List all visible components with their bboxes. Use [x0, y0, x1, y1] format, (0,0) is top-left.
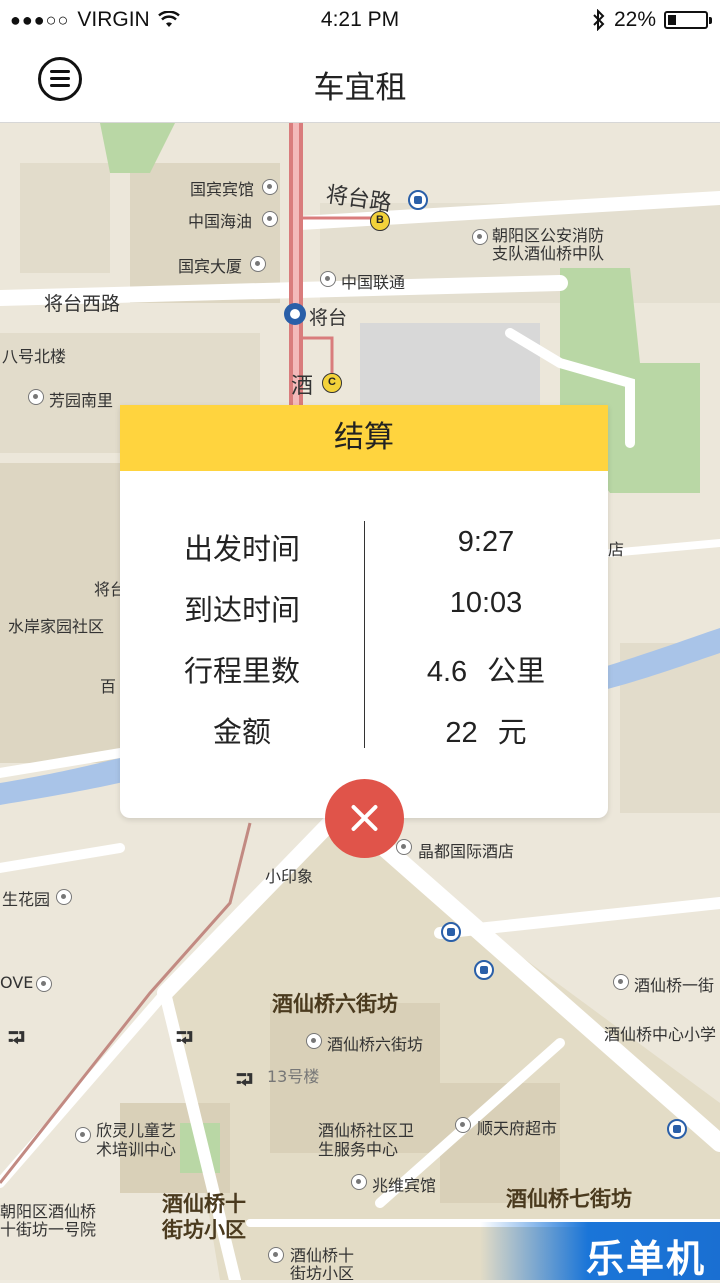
- distance-label: 行程里数: [183, 654, 300, 688]
- map-label: 国宾宾馆: [190, 180, 255, 199]
- poi-icon: [262, 211, 278, 227]
- map-label: 支队酒仙桥中队: [492, 244, 605, 263]
- map-label: 兆维宾馆: [372, 1176, 437, 1195]
- fare-row: 出发时间 9:27: [120, 526, 608, 566]
- page-title: 车宜租: [313, 70, 407, 106]
- map-label: 13号楼: [267, 1067, 320, 1086]
- poi-icon: [28, 389, 44, 405]
- map-label: 十街坊一号院: [0, 1220, 97, 1239]
- parking-icon: ⮒: [236, 1068, 253, 1093]
- map-label: 酒仙桥六街坊: [327, 1035, 424, 1054]
- poi-icon: [262, 179, 278, 195]
- departure-time-text: 9:27: [457, 526, 515, 558]
- map-label: 生花园: [2, 890, 51, 909]
- map-label: 水岸家园社区: [8, 617, 105, 636]
- poi-icon: [75, 1127, 91, 1143]
- parking-icon: ⮒: [176, 1026, 193, 1051]
- poi-icon: [351, 1174, 367, 1190]
- map-label: 街坊小区: [290, 1264, 355, 1280]
- bluetooth-icon: [593, 9, 605, 31]
- map-label: 中国联通: [341, 273, 406, 292]
- departure-time-label: 出发时间: [183, 532, 300, 566]
- arrival-time-label: 到达时间: [183, 593, 300, 627]
- map-label: 百: [100, 677, 117, 696]
- map-label: 酒仙桥七街坊: [506, 1187, 632, 1211]
- poi-icon: [472, 229, 488, 245]
- distance-unit: 公里: [487, 654, 546, 688]
- arrival-time-value: 10:03: [364, 587, 608, 620]
- map-label: 中国海油: [188, 212, 253, 231]
- poi-icon: [268, 1247, 284, 1263]
- map-label: 芳园南里: [49, 391, 114, 410]
- dialog-title: 结算: [120, 405, 608, 471]
- battery-icon: [664, 11, 712, 29]
- watermark-text: 乐单机: [585, 1237, 706, 1281]
- fare-row: 行程里数 4.6 公里: [120, 648, 608, 688]
- map-label: 小印象: [265, 867, 314, 886]
- amount-unit: 元: [497, 715, 527, 749]
- status-bar: ●●●○○ VIRGIN 4:21 PM 22%: [0, 0, 720, 40]
- settlement-dialog: 结算 出发时间 9:27 到达时间 10:03 行程里数 4.6 公里 金额 22…: [120, 405, 608, 818]
- poi-icon: [306, 1033, 322, 1049]
- map-label: 酒仙桥六街坊: [272, 992, 398, 1016]
- map-label: 街坊小区: [162, 1218, 246, 1242]
- nav-bar: 车宜租: [0, 40, 720, 123]
- poi-icon: [455, 1117, 471, 1133]
- map-label: 酒: [291, 374, 314, 399]
- poi-icon: [36, 976, 52, 992]
- bus-stop-icon: [408, 190, 428, 210]
- map-label: 生服务中心: [318, 1140, 399, 1159]
- amount-label: 金额: [212, 715, 271, 749]
- metro-exit-b-icon: B: [370, 211, 390, 231]
- map-label: 酒仙桥一街: [634, 976, 715, 995]
- amount-number: 22: [445, 717, 478, 749]
- map-label: 八号北楼: [2, 347, 67, 366]
- map-label: 酒仙桥中心小学: [604, 1025, 717, 1044]
- map-label: 术培训中心: [96, 1140, 177, 1159]
- bus-stop-icon: [667, 1119, 687, 1139]
- parking-icon: ⮒: [8, 1026, 25, 1051]
- map-label: 晶都国际酒店: [418, 842, 515, 861]
- poi-icon: [613, 974, 629, 990]
- battery-percent: 22%: [613, 8, 656, 31]
- departure-time-value: 9:27: [364, 526, 608, 559]
- map-label: 店: [608, 540, 625, 559]
- metro-station-icon: [284, 303, 306, 325]
- distance-number: 4.6: [426, 656, 468, 688]
- poi-icon: [396, 839, 412, 855]
- bus-stop-icon: [441, 922, 461, 942]
- fare-row: 金额 22 元: [120, 709, 608, 749]
- map-label: 将台西路: [44, 293, 121, 315]
- map-label: OVE: [0, 973, 34, 992]
- poi-icon: [320, 271, 336, 287]
- arrival-time-text: 10:03: [449, 587, 523, 619]
- poi-icon: [56, 889, 72, 905]
- bus-stop-icon: [474, 960, 494, 980]
- distance-value: 4.6 公里: [364, 648, 608, 690]
- poi-icon: [250, 256, 266, 272]
- map-label: 顺天府超市: [477, 1119, 558, 1138]
- map-label: 将台: [309, 307, 348, 329]
- watermark-logo: 乐单机: [480, 1222, 720, 1281]
- map-label: 国宾大厦: [178, 257, 243, 276]
- close-icon[interactable]: [325, 779, 404, 858]
- metro-exit-c-icon: C: [322, 373, 342, 393]
- amount-value: 22 元: [364, 709, 608, 751]
- fare-row: 到达时间 10:03: [120, 587, 608, 627]
